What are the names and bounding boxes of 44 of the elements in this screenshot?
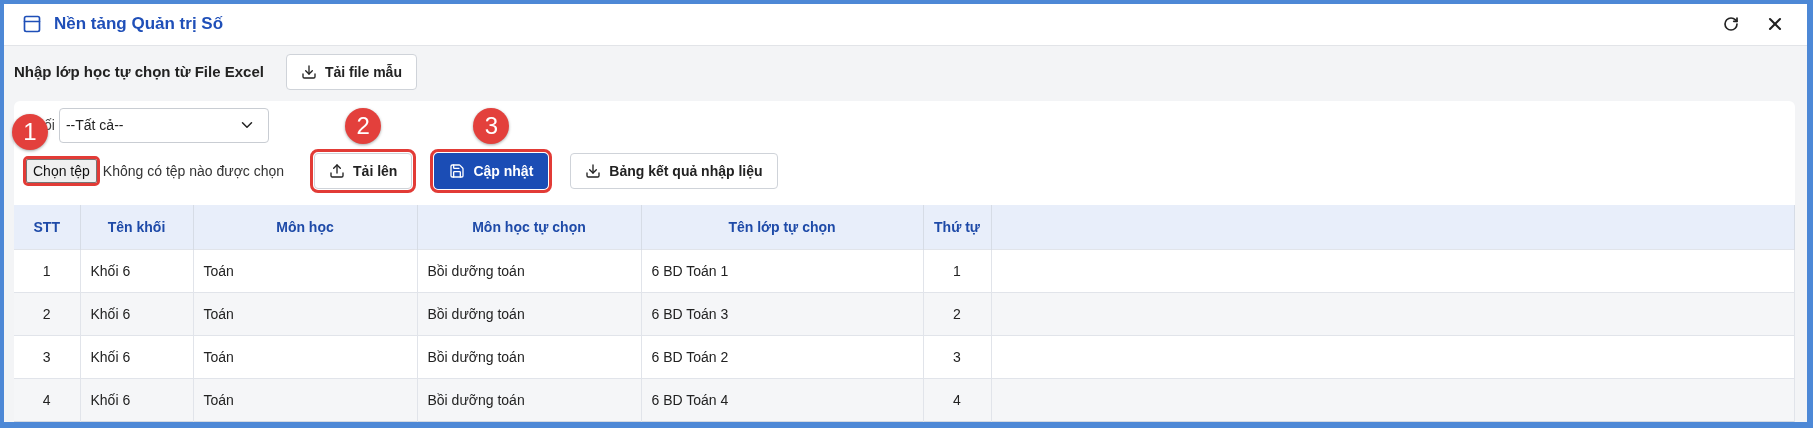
table-cell: Toán [193, 249, 417, 293]
column-header: Tên khối [80, 204, 193, 250]
window-icon [22, 14, 42, 35]
table-cell: Bồi dưỡng toán [417, 378, 641, 422]
table-cell: Bồi dưỡng toán [417, 335, 641, 379]
table-cell: 3 [14, 335, 80, 379]
table-cell: 1 [923, 249, 991, 293]
table-cell: 6 BD Toán 2 [641, 335, 923, 379]
download-icon [300, 63, 317, 80]
column-header: Môn học [193, 204, 417, 250]
column-header: Tên lớp tự chọn [641, 204, 923, 250]
table-cell: 6 BD Toán 1 [641, 249, 923, 293]
grade-select[interactable]: --Tất cả-- [58, 107, 269, 143]
table-cell: Toán [193, 378, 417, 422]
choose-file-button[interactable]: Chọn tệp [26, 158, 97, 183]
section-title: Nhập lớp học tự chọn từ File Excel [14, 63, 264, 80]
table-cell: 2 [923, 292, 991, 336]
column-header: Môn học tự chọn [417, 204, 641, 250]
upload-icon [329, 162, 346, 179]
table-cell: 6 BD Toán 4 [641, 378, 923, 422]
table-cell: Khối 6 [80, 378, 193, 422]
table-cell: Khối 6 [80, 249, 193, 293]
download-icon [585, 162, 602, 179]
table-cell: 2 [14, 292, 80, 336]
file-status: Không có tệp nào được chọn [102, 162, 285, 179]
table-cell: 4 [14, 378, 80, 422]
table-cell: 1 [14, 249, 80, 293]
table-cell: Toán [193, 335, 417, 379]
window-title: Nền tảng Quản trị Số [54, 14, 225, 35]
refresh-icon[interactable] [1723, 16, 1739, 33]
download-template-button[interactable]: Tải file mẫu [285, 53, 417, 90]
step-badge: 3 [473, 107, 510, 144]
table-cell: Bồi dưỡng toán [417, 292, 641, 336]
column-header: Thứ tự [923, 204, 991, 250]
table-cell: Khối 6 [80, 335, 193, 379]
results-button[interactable]: Bảng kết quả nhập liệu [570, 152, 778, 189]
table-cell: 3 [923, 335, 991, 379]
column-header: STT [14, 204, 80, 250]
table-cell: 4 [923, 378, 991, 422]
step-badge: 2 [345, 107, 382, 144]
table-cell: Toán [193, 292, 417, 336]
table-cell: Khối 6 [80, 292, 193, 336]
table-cell: 6 BD Toán 3 [641, 292, 923, 336]
table-cell: Bồi dưỡng toán [417, 249, 641, 293]
